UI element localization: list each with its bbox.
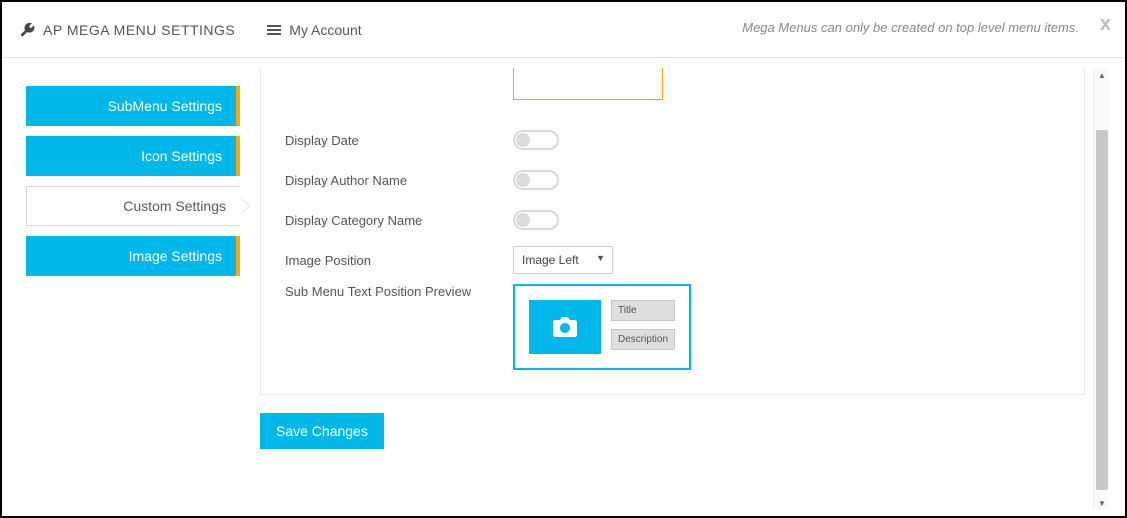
camera-icon: [553, 317, 577, 337]
label-display-author: Display Author Name: [285, 173, 513, 188]
toggle-display-author[interactable]: [513, 170, 559, 190]
save-button[interactable]: Save Changes: [260, 413, 384, 449]
content: Display Date Display Author Name Display…: [260, 68, 1085, 516]
toggle-display-date[interactable]: [513, 130, 559, 150]
scrollbar[interactable]: ▲ ▼: [1093, 68, 1109, 510]
settings-panel: Display Date Display Author Name Display…: [260, 68, 1085, 395]
preview-box: Title Description: [513, 284, 691, 370]
app-title: AP MEGA MENU SETTINGS: [43, 22, 235, 38]
preview-text-side: Title Description: [611, 300, 675, 350]
tab-image-settings[interactable]: Image Settings: [26, 236, 240, 276]
sidebar: SubMenu Settings Icon Settings Custom Se…: [2, 58, 240, 516]
account-label: My Account: [289, 22, 361, 38]
tab-custom-settings[interactable]: Custom Settings: [26, 186, 240, 226]
row-display-date: Display Date: [285, 120, 1060, 160]
row-display-author: Display Author Name: [285, 160, 1060, 200]
preview-description-chip: Description: [611, 329, 675, 350]
close-button[interactable]: x: [1100, 14, 1111, 34]
select-wrap: Image Left: [513, 246, 613, 274]
topbar: AP MEGA MENU SETTINGS My Account Mega Me…: [2, 2, 1125, 58]
main-area: Display Date Display Author Name Display…: [240, 58, 1125, 516]
row-display-category: Display Category Name: [285, 200, 1060, 240]
settings-modal: AP MEGA MENU SETTINGS My Account Mega Me…: [0, 0, 1127, 518]
tab-icon-settings[interactable]: Icon Settings: [26, 136, 240, 176]
toggle-knob: [516, 173, 530, 187]
hamburger-icon: [267, 23, 281, 37]
select-image-position[interactable]: Image Left: [513, 246, 613, 274]
body: SubMenu Settings Icon Settings Custom Se…: [2, 58, 1125, 516]
tab-submenu-settings[interactable]: SubMenu Settings: [26, 86, 240, 126]
title-group: AP MEGA MENU SETTINGS: [20, 22, 235, 38]
label-preview: Sub Menu Text Position Preview: [285, 284, 513, 299]
wrench-icon: [20, 22, 35, 37]
toggle-display-category[interactable]: [513, 210, 559, 230]
preview-image: [529, 300, 601, 354]
scroll-up-button[interactable]: ▲: [1094, 68, 1110, 82]
toggle-knob: [516, 213, 530, 227]
toggle-knob: [516, 133, 530, 147]
label-display-date: Display Date: [285, 133, 513, 148]
scroll-down-button[interactable]: ▼: [1094, 496, 1110, 510]
row-image-position: Image Position Image Left: [285, 240, 1060, 280]
label-display-category: Display Category Name: [285, 213, 513, 228]
row-preview: Sub Menu Text Position Preview Title Des…: [285, 280, 1060, 370]
partial-previous-control[interactable]: [513, 68, 663, 100]
scroll-thumb[interactable]: [1096, 130, 1108, 490]
preview-title-chip: Title: [611, 300, 675, 321]
header-hint: Mega Menus can only be created on top le…: [742, 20, 1079, 35]
account-breadcrumb[interactable]: My Account: [267, 22, 361, 38]
label-image-position: Image Position: [285, 253, 513, 268]
